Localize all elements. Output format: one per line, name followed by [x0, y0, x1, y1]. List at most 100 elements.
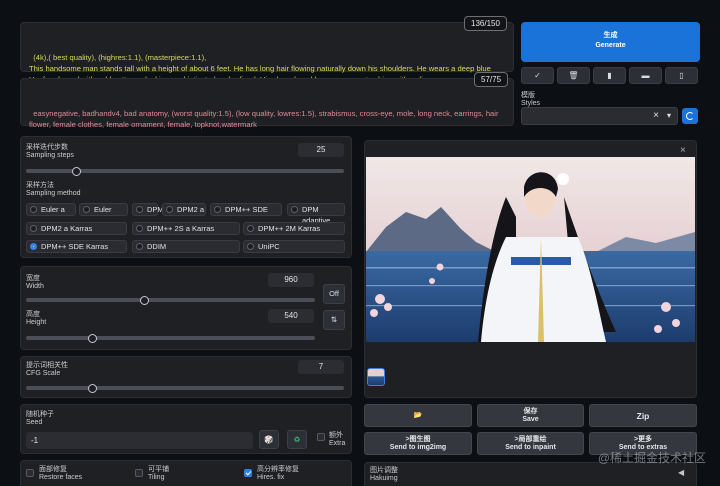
swap-dimensions-button[interactable]: ⇅	[323, 310, 345, 330]
sampler-option-unipc[interactable]: UniPC	[243, 240, 345, 253]
radio-dot	[247, 243, 254, 250]
extra-seed-checkbox[interactable]	[317, 433, 325, 441]
open-folder-button[interactable]: 📂	[364, 404, 472, 427]
sampler-option-label: DPM2 a Karras	[41, 224, 93, 233]
card-icon: ▯	[679, 71, 684, 80]
seed-label-cn: 随机种子	[26, 411, 54, 418]
cfg-slider[interactable]	[26, 386, 344, 390]
sampling-steps-input[interactable]: 25	[298, 143, 344, 157]
extra-networks-button[interactable]: ▯	[665, 67, 698, 84]
restore-faces-label: 面部修复 Restore faces	[39, 466, 82, 482]
save-label-cn: 保存	[523, 408, 538, 415]
sampler-option-dpm2[interactable]: DPM2	[132, 203, 168, 216]
sampler-option-label: Euler	[94, 205, 112, 214]
hires-fix-checkbox[interactable]	[244, 469, 252, 477]
sampler-option-dpm-sde-karras[interactable]: DPM++ SDE Karras	[26, 240, 127, 253]
restore-faces-checkbox[interactable]	[26, 469, 34, 477]
extra-seed-label-en: Extra	[329, 440, 346, 447]
positive-prompt-input[interactable]: (4k),( best quality), (highres:1.1), (ma…	[20, 22, 514, 84]
radio-dot	[30, 206, 37, 213]
sampler-option-dpm2-a-karras[interactable]: DPM2 a Karras	[26, 222, 127, 235]
recycle-icon: ♻	[293, 435, 301, 444]
generate-label-cn: 生成	[603, 32, 618, 39]
sampler-option-euler-a[interactable]: Euler a	[26, 203, 76, 216]
close-image-icon[interactable]: ×	[680, 145, 686, 156]
sampler-option-dpm-adaptive[interactable]: DPM adaptive	[287, 203, 345, 225]
watermark: @稀土掘金技术社区	[597, 451, 706, 465]
send-to-inpaint-label-en: Send to inpaint	[505, 444, 556, 451]
width-label-en: Width	[26, 283, 44, 290]
random-seed-button[interactable]: 🎲	[259, 430, 279, 449]
seed-input[interactable]: -1	[26, 432, 253, 449]
height-input[interactable]: 540	[268, 309, 314, 323]
width-input[interactable]: 960	[268, 273, 314, 287]
cfg-label-en: CFG Scale	[26, 370, 61, 377]
sampler-option-label: Euler a	[41, 205, 65, 214]
reuse-seed-button[interactable]: ♻	[287, 430, 307, 449]
cfg-label-cn: 提示词相关性	[26, 362, 68, 369]
send-to-img2img-label-cn: >图生图	[405, 436, 431, 443]
clipboard-button[interactable]: ▮	[593, 67, 626, 84]
height-label-cn: 高度	[26, 311, 40, 318]
refresh-icon	[686, 112, 694, 120]
height-slider[interactable]	[26, 336, 315, 340]
tiling-label-cn: 可平铺	[148, 466, 169, 473]
sampler-option-label: DPM2 a	[177, 205, 205, 214]
cfg-input[interactable]: 7	[298, 360, 344, 374]
refresh-styles-button[interactable]	[682, 108, 698, 124]
send-to-inpaint-button[interactable]: >局部重绘 Send to inpaint	[477, 432, 584, 455]
sampling-method-label-en: Sampling method	[26, 190, 81, 197]
sampler-option-dpm-2m-karras[interactable]: DPM++ 2M Karras	[243, 222, 345, 235]
sampler-option-euler[interactable]: Euler	[79, 203, 128, 216]
trash-icon: 🗑	[568, 71, 579, 80]
collapse-arrow-icon: ◀	[678, 468, 685, 477]
swap-icon: ⇅	[330, 315, 338, 324]
sampler-option-dpm-2s-a-karras[interactable]: DPM++ 2S a Karras	[132, 222, 240, 235]
width-slider[interactable]	[26, 298, 315, 302]
off-button[interactable]: Off	[323, 284, 345, 304]
clear-icon[interactable]: ×	[653, 110, 659, 121]
seed-value: -1	[31, 436, 39, 445]
negative-prompt-input[interactable]: easynegative, badhandv4, bad anatomy, (w…	[20, 78, 514, 129]
radio-dot	[136, 243, 143, 250]
generated-image[interactable]	[366, 157, 695, 342]
save-icon: ▬	[641, 71, 650, 80]
send-to-img2img-label-en: Send to img2img	[389, 444, 447, 451]
positive-token-counter: 136/150	[464, 16, 507, 31]
generate-button[interactable]: 生成 Generate	[521, 22, 700, 62]
zip-label: Zip	[636, 411, 650, 421]
save-button[interactable]: 保存 Save	[477, 404, 584, 427]
height-thumb[interactable]	[87, 334, 97, 343]
styles-label-cn: 模版	[521, 92, 535, 99]
clipboard-icon: ▮	[607, 71, 612, 80]
sampler-option-dpm2-a[interactable]: DPM2 a	[162, 203, 206, 216]
sampler-option-ddim[interactable]: DDIM	[132, 240, 240, 253]
sampler-option-label: DDIM	[147, 242, 167, 251]
sampler-option-dpm-sde[interactable]: DPM++ SDE	[210, 203, 282, 216]
sampling-steps-label-en: Sampling steps	[26, 152, 74, 159]
width-thumb[interactable]	[139, 296, 149, 305]
radio-dot	[166, 206, 173, 213]
save-style-button[interactable]: ▬	[629, 67, 662, 84]
trash-button[interactable]: 🗑	[557, 67, 590, 84]
zip-button[interactable]: Zip	[589, 404, 697, 427]
hakuimg-label-cn: 图片调整	[370, 467, 398, 474]
height-label: 高度 Height	[26, 311, 46, 327]
radio-dot	[30, 225, 37, 232]
hires-fix-label-cn: 高分辨率修复	[257, 466, 299, 473]
send-to-img2img-button[interactable]: >图生图 Send to img2img	[364, 432, 472, 455]
restore-faces-label-en: Restore faces	[39, 474, 83, 481]
sampler-option-label: DPM++ 2M Karras	[258, 224, 321, 233]
image-thumbnail[interactable]	[367, 368, 385, 386]
extra-seed-label-cn: 额外	[329, 432, 343, 439]
styles-dropdown[interactable]: × ▾	[521, 107, 678, 125]
tiling-checkbox[interactable]	[135, 469, 143, 477]
seed-label: 随机种子 Seed	[26, 411, 54, 427]
sampling-steps-label-cn: 采样迭代步数	[26, 144, 68, 151]
send-to-extras-label-cn: >更多	[633, 436, 653, 443]
hires-fix-label: 高分辨率修复 Hires. fix	[257, 466, 299, 482]
apply-check-button[interactable]: ✓	[521, 67, 554, 84]
radio-dot	[83, 206, 90, 213]
generated-image-art	[366, 157, 695, 342]
sampling-method-label: 采样方法 Sampling method	[26, 182, 80, 198]
